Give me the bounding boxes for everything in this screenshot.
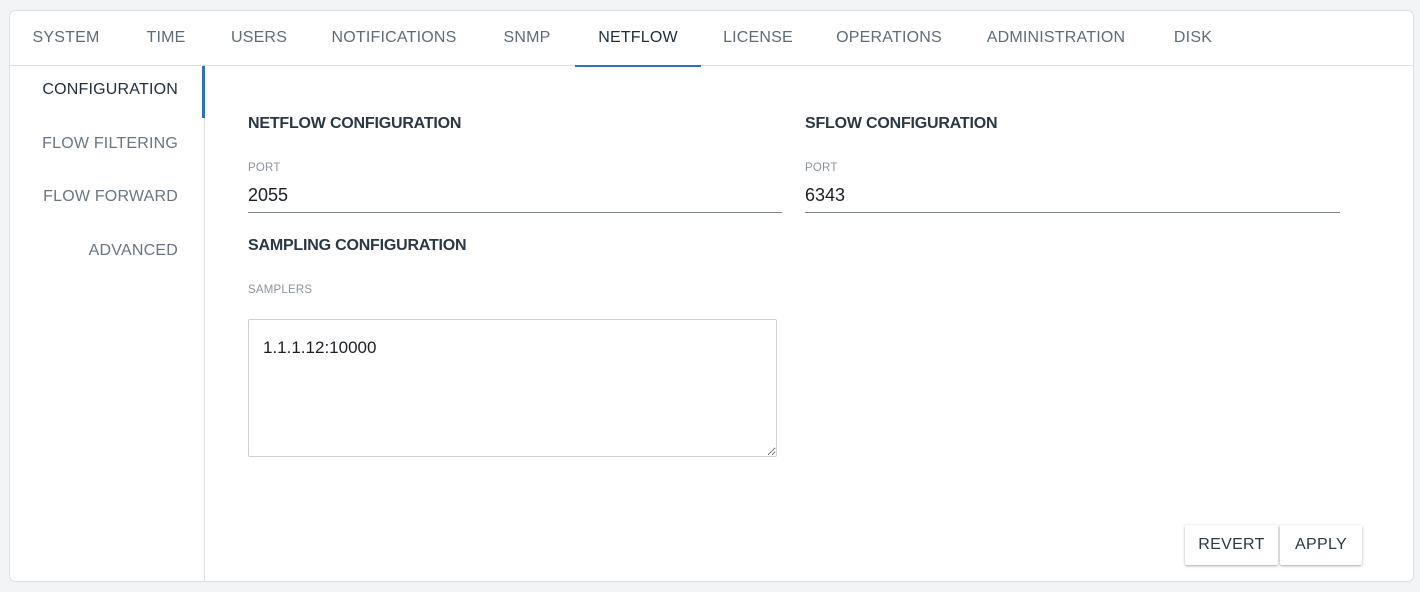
sflow-port-input[interactable] — [805, 179, 1340, 213]
tab-disk[interactable]: DISK — [1164, 11, 1222, 66]
samplers-label: SAMPLERS — [248, 284, 313, 296]
sidebar-item-advanced[interactable]: ADVANCED — [89, 242, 178, 260]
revert-button[interactable]: REVERT — [1185, 525, 1278, 565]
netflow-port-input[interactable] — [248, 179, 782, 213]
sflow-section-title: SFLOW CONFIGURATION — [805, 115, 998, 132]
samplers-textarea[interactable]: 1.1.1.12:10000 — [248, 319, 777, 457]
netflow-section-title: NETFLOW CONFIGURATION — [248, 115, 462, 132]
tab-operations[interactable]: OPERATIONS — [828, 11, 950, 66]
tab-time[interactable]: TIME — [134, 11, 198, 66]
tab-administration[interactable]: ADMINISTRATION — [976, 11, 1136, 66]
apply-button[interactable]: APPLY — [1280, 525, 1362, 565]
sidebar-item-flow-forward[interactable]: FLOW FORWARD — [43, 188, 178, 206]
configuration-content: NETFLOW CONFIGURATION PORT SFLOW CONFIGU… — [206, 66, 1413, 581]
tab-notifications[interactable]: NOTIFICATIONS — [322, 11, 466, 66]
tab-snmp[interactable]: SNMP — [494, 11, 560, 66]
netflow-port-label: PORT — [248, 162, 281, 174]
sidebar-item-configuration[interactable]: CONFIGURATION — [42, 81, 178, 99]
tab-users[interactable]: USERS — [222, 11, 296, 66]
active-side-indicator — [202, 66, 205, 118]
top-tab-bar: SYSTEM TIME USERS NOTIFICATIONS SNMP NET… — [10, 11, 1413, 67]
side-navigation: CONFIGURATION FLOW FILTERING FLOW FORWAR… — [10, 66, 205, 581]
settings-panel: SYSTEM TIME USERS NOTIFICATIONS SNMP NET… — [9, 10, 1414, 582]
tab-system[interactable]: SYSTEM — [10, 11, 122, 66]
sidebar-item-flow-filtering[interactable]: FLOW FILTERING — [42, 135, 178, 153]
sflow-port-label: PORT — [805, 162, 838, 174]
tab-license[interactable]: LICENSE — [716, 11, 800, 66]
sampling-section-title: SAMPLING CONFIGURATION — [248, 237, 467, 254]
tab-netflow[interactable]: NETFLOW — [575, 11, 701, 67]
